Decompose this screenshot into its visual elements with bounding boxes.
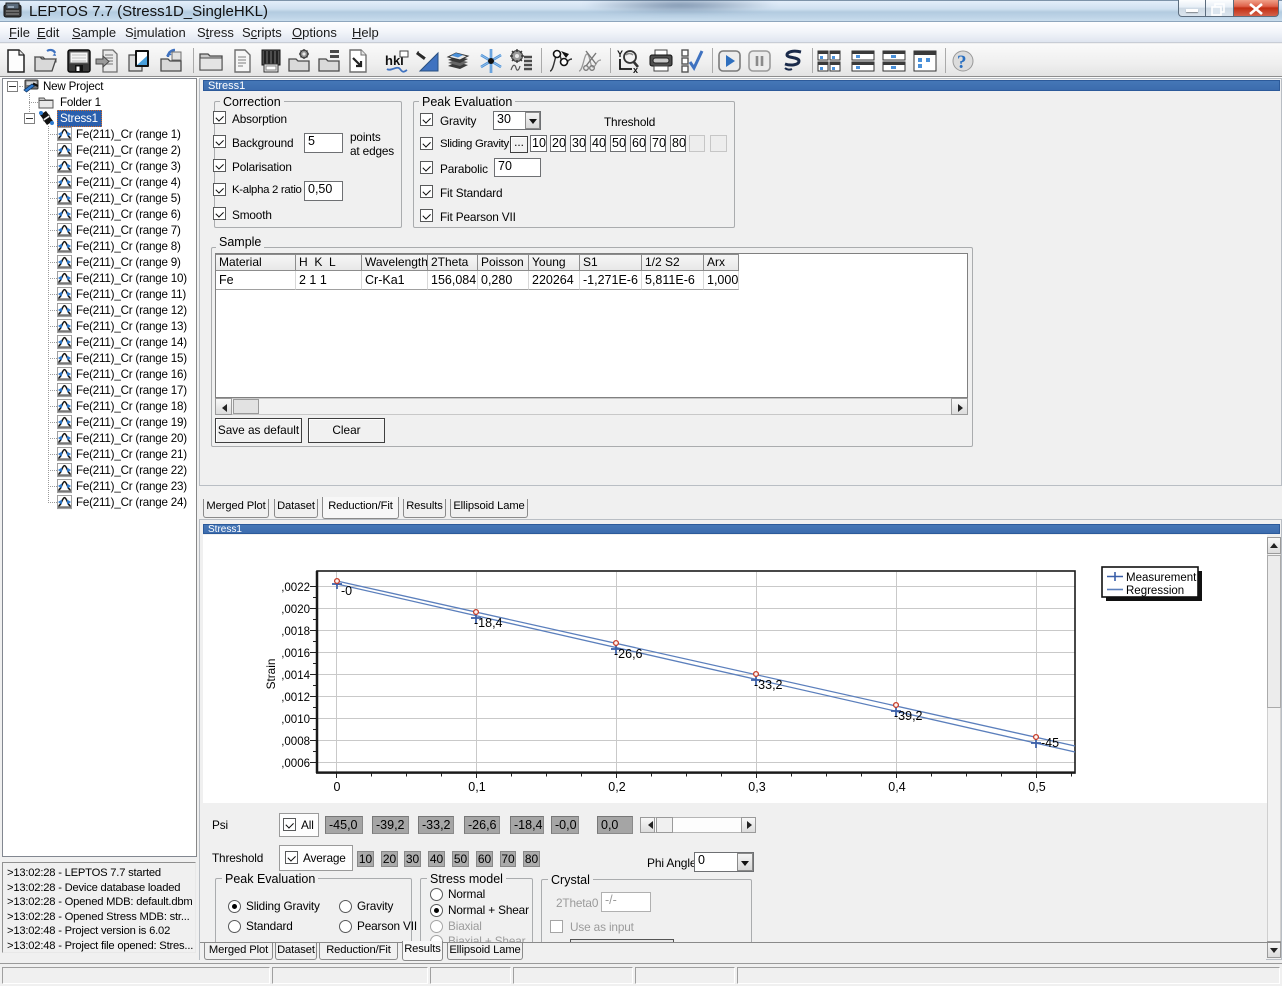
svg-text:,0020: ,0020 [281,604,310,616]
svg-text:-45: -45 [1041,736,1059,750]
svg-text:,0022: ,0022 [281,582,310,594]
svg-text:Measurement: Measurement [1126,572,1197,584]
svg-text:-0: -0 [341,584,352,598]
svg-text:-39,2: -39,2 [894,709,923,723]
svg-text:0,3: 0,3 [748,780,765,794]
svg-text:,0018: ,0018 [281,626,310,638]
svg-text:0,5: 0,5 [1028,780,1045,794]
svg-text:,0006: ,0006 [281,758,310,770]
svg-text:-18,4: -18,4 [474,616,503,630]
svg-text:0,1: 0,1 [468,780,485,794]
svg-text:,0010: ,0010 [281,714,310,726]
svg-text:0: 0 [334,780,341,794]
svg-text:0,2: 0,2 [608,780,625,794]
svg-text:-26,6: -26,6 [614,647,643,661]
svg-text:,0008: ,0008 [281,736,310,748]
svg-text:?: ? [957,52,967,73]
svg-text:0,4: 0,4 [888,780,905,794]
svg-text:-33,2: -33,2 [754,678,783,692]
svg-text:,0014: ,0014 [281,670,310,682]
svg-text:,0012: ,0012 [281,692,310,704]
svg-text:Strain: Strain [264,659,278,690]
svg-text:,0016: ,0016 [281,648,310,660]
svg-text:Y: Y [617,49,623,59]
svg-text:Regression: Regression [1126,585,1184,597]
